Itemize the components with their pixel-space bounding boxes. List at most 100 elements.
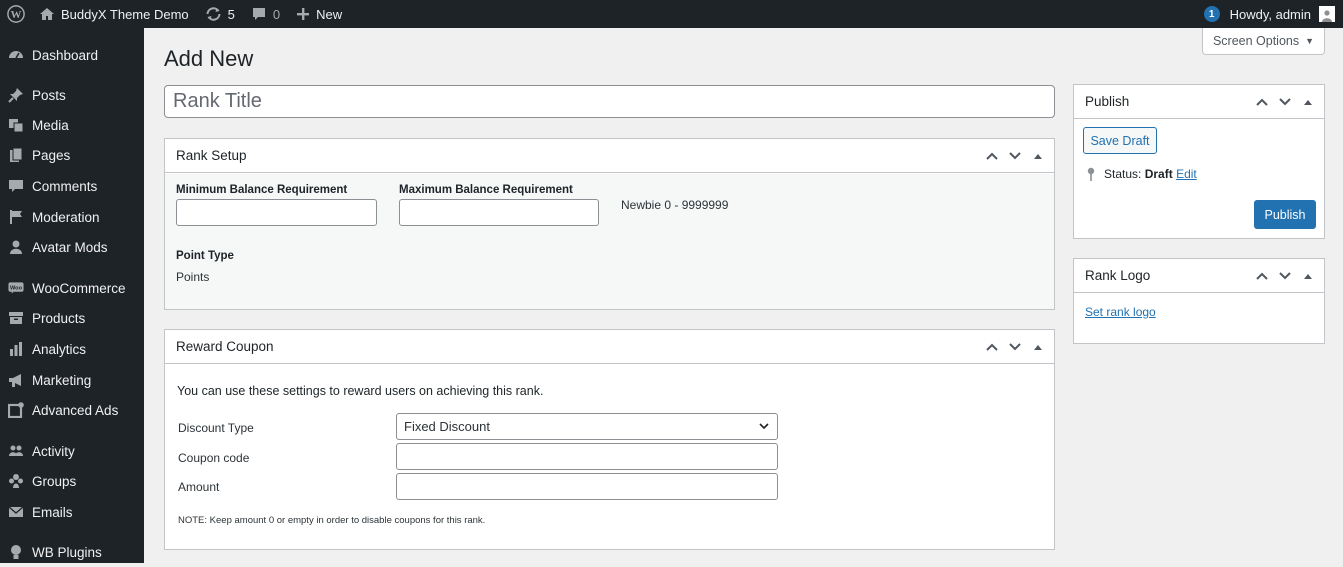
chevron-up-icon[interactable] bbox=[1254, 94, 1270, 110]
rank-setup-box: Rank Setup Minimum Balance Requirement M… bbox=[164, 138, 1055, 310]
publish-box: Publish Save Draft Status: Draft Edit Pu… bbox=[1073, 84, 1325, 239]
sidebar-item-label: Dashboard bbox=[32, 47, 99, 63]
sidebar-item-dashboard[interactable]: Dashboard bbox=[0, 40, 144, 70]
set-rank-logo-link[interactable]: Set rank logo bbox=[1085, 305, 1156, 319]
sidebar-item-activity[interactable]: Activity bbox=[0, 436, 144, 466]
discount-type-value: Fixed Discount bbox=[404, 419, 490, 434]
updates-count: 5 bbox=[227, 6, 235, 22]
chevron-up-icon[interactable] bbox=[1254, 268, 1270, 284]
amount-label: Amount bbox=[178, 480, 220, 494]
sidebar-item-advanced-ads[interactable]: Advanced Ads bbox=[0, 395, 144, 425]
toggle-panel-icon[interactable] bbox=[1030, 148, 1046, 164]
toggle-panel-icon[interactable] bbox=[1030, 339, 1046, 355]
archive-icon bbox=[8, 310, 24, 326]
lightbulb-icon bbox=[8, 544, 24, 560]
chevron-down-icon bbox=[758, 420, 770, 435]
comments-link[interactable]: 0 bbox=[243, 0, 288, 28]
min-balance-label: Minimum Balance Requirement bbox=[176, 184, 348, 196]
sidebar-item-label: Marketing bbox=[32, 372, 92, 388]
new-content-link[interactable]: New bbox=[288, 0, 350, 28]
wordpress-logo-icon: W bbox=[7, 5, 25, 23]
megaphone-icon bbox=[8, 372, 24, 388]
max-balance-label: Maximum Balance Requirement bbox=[399, 184, 573, 196]
chevron-down-icon[interactable] bbox=[1277, 268, 1293, 284]
rank-logo-title: Rank Logo bbox=[1085, 268, 1151, 283]
sidebar-item-analytics[interactable]: Analytics bbox=[0, 334, 144, 364]
admin-sidebar: Dashboard Posts Media Pages Comments Mod… bbox=[0, 28, 144, 563]
rank-setup-header: Rank Setup bbox=[165, 139, 1054, 173]
amount-input[interactable] bbox=[396, 473, 778, 500]
avatar[interactable] bbox=[1319, 6, 1335, 22]
chevron-up-icon[interactable] bbox=[984, 148, 1000, 164]
sidebar-item-groups[interactable]: Groups bbox=[0, 466, 144, 496]
coupon-code-input[interactable] bbox=[396, 443, 778, 470]
rank-setup-body: Minimum Balance Requirement Maximum Bala… bbox=[165, 174, 1054, 309]
toggle-panel-icon[interactable] bbox=[1300, 94, 1316, 110]
groups-icon bbox=[8, 473, 24, 489]
reward-coupon-box: Reward Coupon You can use these settings… bbox=[164, 329, 1055, 550]
max-balance-input[interactable] bbox=[399, 199, 599, 226]
sidebar-item-media[interactable]: Media bbox=[0, 110, 144, 140]
sidebar-item-label: Avatar Mods bbox=[32, 239, 108, 255]
sidebar-item-label: Comments bbox=[32, 178, 98, 194]
sidebar-item-comments[interactable]: Comments bbox=[0, 171, 144, 201]
bar-chart-icon bbox=[8, 341, 24, 357]
min-balance-input[interactable] bbox=[176, 199, 377, 226]
sidebar-item-pages[interactable]: Pages bbox=[0, 140, 144, 170]
comment-icon bbox=[251, 6, 267, 22]
rank-setup-title: Rank Setup bbox=[176, 148, 247, 163]
save-draft-button[interactable]: Save Draft bbox=[1083, 127, 1157, 154]
new-label: New bbox=[316, 6, 343, 22]
svg-text:Woo: Woo bbox=[10, 285, 23, 291]
sidebar-item-moderation[interactable]: Moderation bbox=[0, 202, 144, 232]
wordpress-logo-button[interactable]: W bbox=[0, 0, 31, 28]
sidebar-item-avatar-mods[interactable]: Avatar Mods bbox=[0, 232, 144, 262]
pin-icon bbox=[8, 87, 24, 103]
coupon-code-label: Coupon code bbox=[178, 451, 250, 465]
publish-title: Publish bbox=[1085, 94, 1130, 109]
comments-count: 0 bbox=[272, 6, 281, 22]
toggle-panel-icon[interactable] bbox=[1300, 268, 1316, 284]
svg-text:W: W bbox=[11, 9, 22, 21]
coupon-note: NOTE: Keep amount 0 or empty in order to… bbox=[178, 515, 486, 526]
page-title: Add New bbox=[164, 46, 254, 71]
reward-coupon-header: Reward Coupon bbox=[165, 330, 1054, 364]
sidebar-item-products[interactable]: Products bbox=[0, 303, 144, 333]
sidebar-item-label: Media bbox=[32, 117, 69, 133]
admin-bar: W BuddyX Theme Demo 5 0 New 1 Howdy, adm… bbox=[0, 0, 1343, 28]
updates-icon bbox=[205, 6, 222, 22]
sidebar-item-emails[interactable]: Emails bbox=[0, 497, 144, 527]
rank-title-input[interactable] bbox=[164, 85, 1055, 118]
publish-header: Publish bbox=[1074, 85, 1324, 119]
discount-type-select[interactable]: Fixed Discount bbox=[396, 413, 778, 440]
sidebar-item-marketing[interactable]: Marketing bbox=[0, 365, 144, 395]
chevron-up-icon[interactable] bbox=[984, 339, 1000, 355]
sidebar-item-label: WooCommerce bbox=[32, 280, 126, 296]
sidebar-item-label: Posts bbox=[32, 87, 66, 103]
status-value: Draft bbox=[1144, 167, 1173, 181]
comment-icon bbox=[8, 178, 24, 194]
reward-coupon-intro: You can use these settings to reward use… bbox=[177, 384, 544, 398]
chevron-down-icon[interactable] bbox=[1007, 339, 1023, 355]
chevron-down-icon[interactable] bbox=[1277, 94, 1293, 110]
site-name-link[interactable]: BuddyX Theme Demo bbox=[31, 0, 197, 28]
sidebar-item-posts[interactable]: Posts bbox=[0, 80, 144, 110]
plus-icon bbox=[296, 7, 310, 21]
sidebar-item-label: Emails bbox=[32, 504, 73, 520]
flag-icon bbox=[8, 209, 24, 225]
screen-options-label: Screen Options bbox=[1212, 34, 1300, 48]
notification-badge[interactable]: 1 bbox=[1203, 6, 1220, 22]
sidebar-item-label: Moderation bbox=[32, 209, 100, 225]
screen-options-button[interactable]: Screen Options ▼ bbox=[1202, 28, 1325, 55]
media-icon bbox=[8, 117, 24, 133]
chevron-down-icon[interactable] bbox=[1007, 148, 1023, 164]
edit-status-link[interactable]: Edit bbox=[1176, 167, 1197, 181]
updates-link[interactable]: 5 bbox=[197, 0, 243, 28]
sidebar-item-label: Pages bbox=[32, 147, 71, 163]
site-name: BuddyX Theme Demo bbox=[61, 6, 189, 22]
howdy-text[interactable]: Howdy, admin bbox=[1230, 7, 1311, 22]
pages-icon bbox=[8, 147, 24, 163]
woo-icon: Woo bbox=[8, 280, 24, 296]
publish-button[interactable]: Publish bbox=[1254, 200, 1316, 229]
sidebar-item-woocommerce[interactable]: Woo WooCommerce bbox=[0, 273, 144, 303]
